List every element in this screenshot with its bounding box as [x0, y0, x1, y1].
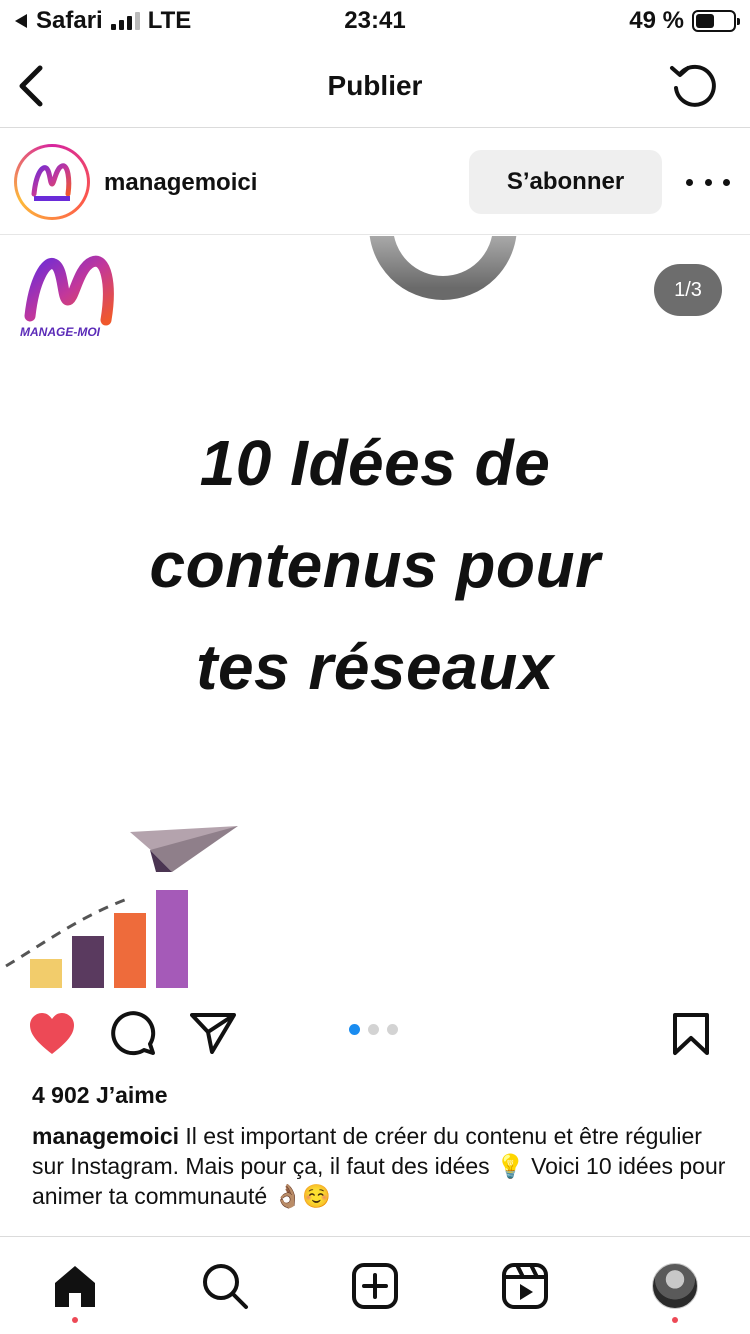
post-header: managemoici S’abonner	[0, 129, 750, 235]
carousel-dot	[387, 1024, 398, 1035]
manage-moi-logo-icon	[31, 163, 72, 201]
carousel-dot	[349, 1024, 360, 1035]
chart-bar	[114, 913, 146, 988]
page-title: Publier	[327, 70, 423, 101]
more-dot	[686, 178, 693, 186]
refresh-button[interactable]	[668, 58, 720, 110]
save-button[interactable]	[672, 1012, 710, 1056]
bookmark-icon	[673, 1013, 709, 1055]
search-icon	[203, 1264, 248, 1309]
chart-bar	[72, 936, 104, 988]
tab-home[interactable]	[50, 1261, 100, 1323]
send-icon	[190, 1013, 236, 1054]
brand-logo: MANAGE-MOI	[20, 250, 124, 354]
avatar-border	[17, 147, 87, 217]
battery-percent: 49 %	[629, 7, 684, 34]
comment-icon	[111, 1011, 156, 1056]
status-right: 49 %	[629, 7, 740, 35]
growth-chart-illustration	[5, 826, 238, 988]
like-button[interactable]	[28, 1012, 76, 1056]
battery-icon	[692, 10, 740, 32]
caption-username[interactable]: managemoici	[32, 1123, 179, 1149]
reels-icon	[502, 1263, 548, 1309]
headline-line: 10 Idées de	[199, 427, 551, 499]
brand-logo-text: MANAGE-MOI	[20, 325, 101, 339]
headline-line: tes réseaux	[196, 631, 554, 703]
likes-count[interactable]: 4 902 J’aime	[32, 1082, 168, 1109]
post-username[interactable]: managemoici	[104, 169, 257, 197]
avatar-logo	[20, 150, 84, 214]
battery-fill	[696, 14, 714, 28]
post-actions	[0, 988, 750, 1078]
notification-dot	[72, 1317, 78, 1323]
carousel-dots	[349, 1024, 398, 1035]
share-button[interactable]	[190, 1012, 236, 1054]
notification-dot	[672, 1317, 678, 1323]
tab-bar	[0, 1236, 750, 1334]
brand-logo-icon: MANAGE-MOI	[20, 255, 114, 339]
tab-search[interactable]	[200, 1261, 250, 1311]
post-headline: 10 Idées de contenus pour tes réseaux	[0, 412, 750, 718]
tab-profile[interactable]	[650, 1261, 700, 1323]
profile-icon	[652, 1263, 698, 1309]
nav-header: Publier	[0, 42, 750, 128]
post-image[interactable]: MANAGE-MOI 1/3 10 Idées de contenus pour…	[0, 236, 750, 988]
carousel-dot	[368, 1024, 379, 1035]
post-caption: managemoici Il est important de créer du…	[32, 1121, 732, 1211]
decorative-ring-icon	[369, 236, 517, 300]
headline-line: contenus pour	[149, 529, 601, 601]
subscribe-button[interactable]: S’abonner	[469, 150, 662, 214]
status-bar: Safari LTE 23:41 49 %	[0, 0, 750, 42]
page-indicator: 1/3	[654, 264, 722, 316]
more-options-icon[interactable]	[686, 167, 730, 197]
chart-bar	[30, 959, 62, 988]
chart-bar	[156, 890, 188, 988]
tab-reels[interactable]	[500, 1261, 550, 1311]
more-dot	[723, 178, 730, 186]
heart-icon	[30, 1013, 74, 1054]
refresh-icon	[670, 64, 716, 107]
comment-button[interactable]	[110, 1010, 156, 1056]
avatar[interactable]	[14, 144, 90, 220]
create-icon	[352, 1263, 398, 1309]
home-icon	[55, 1266, 95, 1307]
more-dot	[704, 178, 712, 186]
tab-create[interactable]	[350, 1261, 400, 1311]
